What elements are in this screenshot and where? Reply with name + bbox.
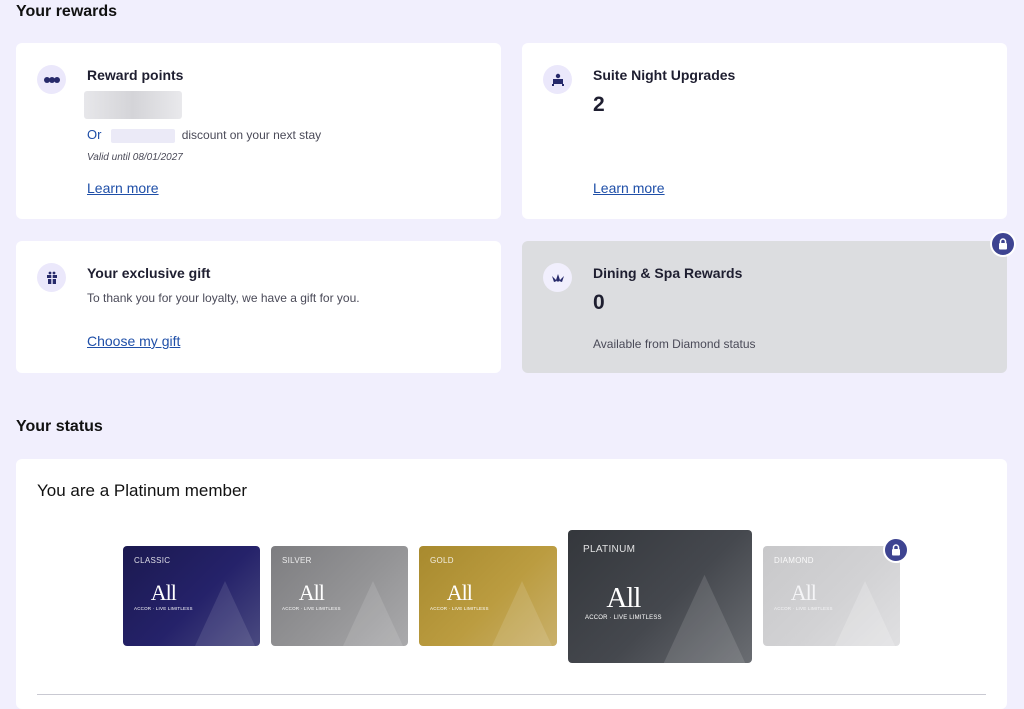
or-label: Or [87,127,102,142]
tier-card-classic[interactable]: CLASSIC All ACCOR · LIVE LIMITLESS [123,546,260,646]
suite-night-count: 2 [593,93,605,116]
status-section-title: Your status [16,418,103,435]
points-icon [37,65,66,94]
suite-learn-more-link[interactable]: Learn more [593,180,665,196]
lotus-icon [543,263,572,292]
tier-tagline: ACCOR · LIVE LIMITLESS [430,606,489,611]
dining-spa-count: 0 [593,291,605,314]
discount-line: Or discount on your next stay [87,127,321,143]
all-logo: All [298,580,325,605]
all-logo: All [150,580,177,605]
tier-logo: All ACCOR · LIVE LIMITLESS [282,580,341,612]
rewards-section-title: Your rewards [16,3,118,20]
suite-night-card: Suite Night Upgrades 2 Learn more [522,43,1007,219]
tier-name: GOLD [430,556,454,565]
diamond-lock-icon [883,537,909,563]
tier-tagline: ACCOR · LIVE LIMITLESS [282,606,341,611]
all-logo: All [446,580,473,605]
tier-tagline: ACCOR · LIVE LIMITLESS [134,606,193,611]
building-graphic [343,581,403,646]
tier-name: CLASSIC [134,556,171,565]
tier-logo: All ACCOR · LIVE LIMITLESS [774,580,833,612]
exclusive-gift-title: Your exclusive gift [87,265,211,281]
status-divider [37,694,986,695]
building-graphic [492,581,552,646]
points-value-blurred [84,91,182,119]
tier-name: PLATINUM [583,544,636,555]
valid-until-text: Valid until 08/01/2027 [87,152,183,163]
dining-spa-note: Available from Diamond status [593,337,756,351]
tier-name: DIAMOND [774,556,814,565]
tier-card-platinum[interactable]: PLATINUM All ACCOR · LIVE LIMITLESS [568,530,752,663]
choose-gift-link[interactable]: Choose my gift [87,333,180,349]
tier-card-gold[interactable]: GOLD All ACCOR · LIVE LIMITLESS [419,546,557,646]
points-learn-more-link[interactable]: Learn more [87,180,159,196]
building-graphic [835,581,895,646]
discount-amount-blurred [111,128,176,143]
tier-tagline: ACCOR · LIVE LIMITLESS [585,615,662,621]
exclusive-gift-description: To thank you for your loyalty, we have a… [87,291,360,305]
reward-points-card: Reward points Or discount on your next s… [16,43,501,219]
discount-text: discount on your next stay [181,128,322,142]
dining-spa-title: Dining & Spa Rewards [593,265,743,281]
tier-card-diamond[interactable]: DIAMOND All ACCOR · LIVE LIMITLESS [763,546,900,646]
tier-card-silver[interactable]: SILVER All ACCOR · LIVE LIMITLESS [271,546,408,646]
status-heading: You are a Platinum member [37,481,248,500]
all-logo: All [790,580,817,605]
tier-name: SILVER [282,556,312,565]
gift-icon [37,263,66,292]
bed-icon [543,65,572,94]
tier-logo: All ACCOR · LIVE LIMITLESS [585,582,662,622]
tier-logo: All ACCOR · LIVE LIMITLESS [430,580,489,612]
all-logo: All [606,582,641,614]
building-graphic [195,581,255,646]
tier-logo: All ACCOR · LIVE LIMITLESS [134,580,193,612]
tier-tagline: ACCOR · LIVE LIMITLESS [774,606,833,611]
reward-points-title: Reward points [87,67,184,83]
exclusive-gift-card: Your exclusive gift To thank you for you… [16,241,501,373]
building-graphic [663,574,746,663]
dining-spa-card: Dining & Spa Rewards 0 Available from Di… [522,241,1007,373]
suite-night-title: Suite Night Upgrades [593,67,736,83]
dining-lock-icon [990,231,1016,257]
